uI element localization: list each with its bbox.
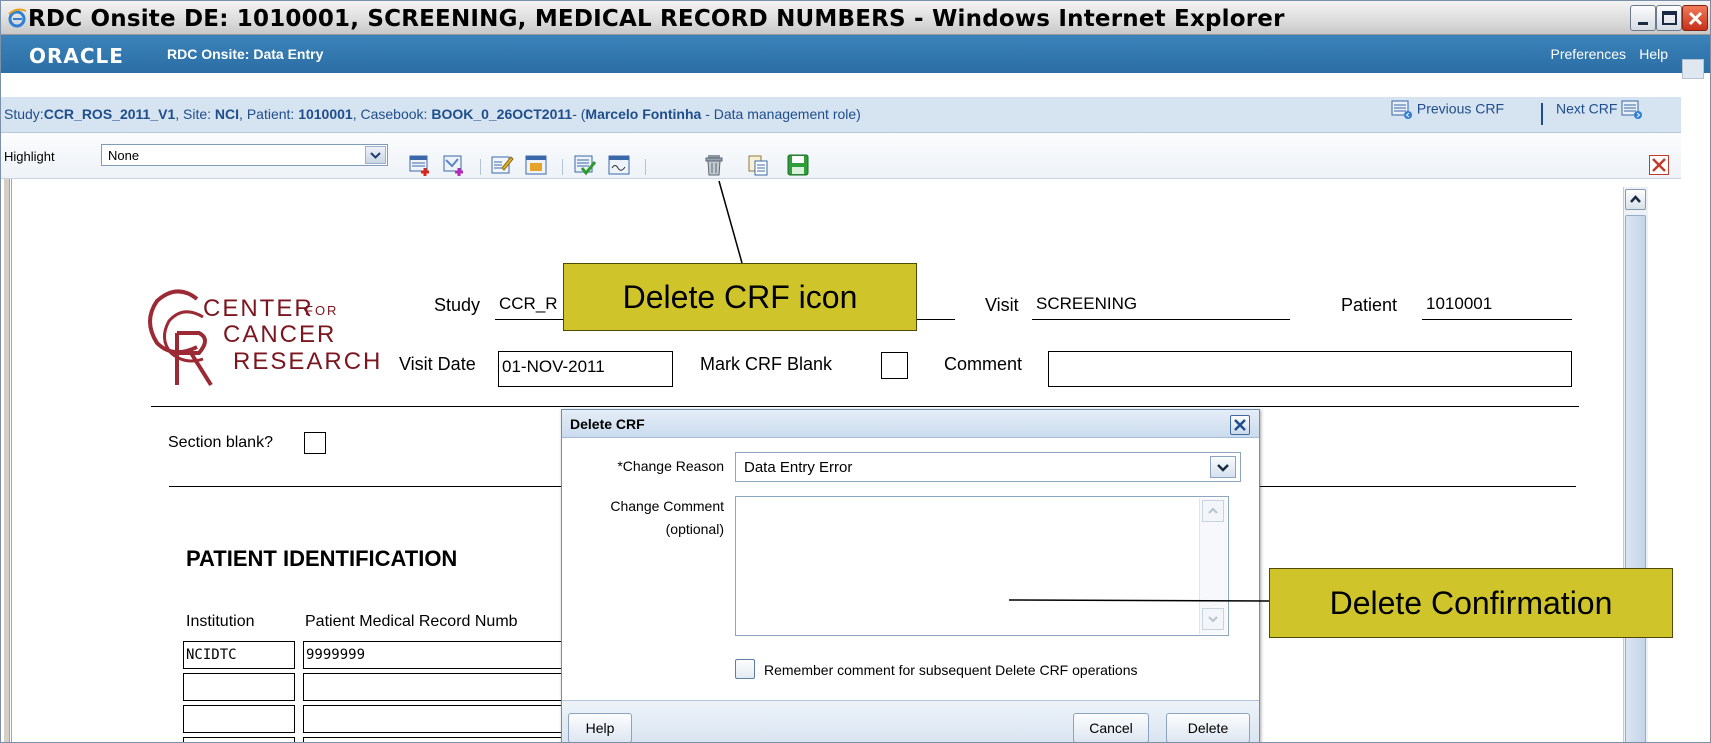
delete-confirmation-callout: Delete Confirmation [1269, 568, 1673, 638]
browser-window: RDC Onsite DE: 1010001, SCREENING, MEDIC… [0, 0, 1711, 743]
delete-crf-icon-callout: Delete CRF icon [563, 263, 917, 331]
